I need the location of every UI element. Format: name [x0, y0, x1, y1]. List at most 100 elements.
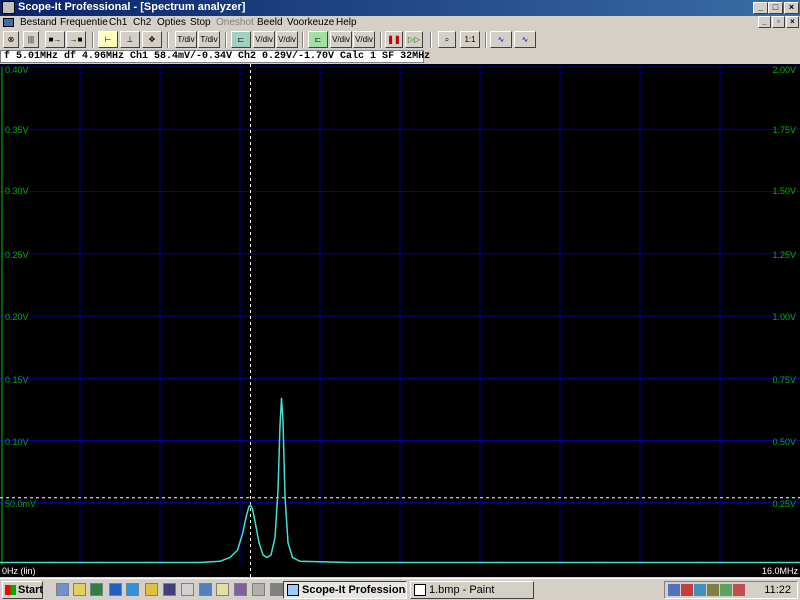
ch1-volt-div-up-icon[interactable]: V/div — [276, 31, 298, 48]
toolbar-separator — [92, 32, 94, 48]
ch1-spectrum-point — [254, 520, 256, 522]
user-icon[interactable] — [199, 583, 212, 596]
ch2-arrow-icon[interactable]: →■ — [66, 31, 86, 48]
pause-glyph: ❚❚ — [387, 35, 401, 44]
zoom-icon[interactable]: ⌕ — [438, 31, 456, 48]
ch1-arrow-icon[interactable]: ■→ — [45, 31, 65, 48]
menu-frequentie[interactable]: Frequentie — [60, 16, 108, 30]
minimize-button[interactable]: _ — [753, 2, 768, 14]
ch1-spectrum-point — [599, 561, 601, 564]
right-axis-label: 0.50V — [772, 437, 796, 447]
ch2-volt-div-up-icon[interactable]: V/div — [353, 31, 375, 48]
save-icon[interactable] — [56, 583, 69, 596]
folder-icon[interactable] — [163, 583, 176, 596]
ch1-spectrum-point — [699, 561, 701, 564]
record-glyph: ⊗ — [7, 35, 15, 44]
menu-voorkeuze[interactable]: Voorkeuze — [287, 16, 334, 30]
menu-ch2[interactable]: Ch2 — [133, 16, 151, 30]
bars-icon[interactable]: ||| — [23, 31, 39, 48]
waveform-a-icon[interactable]: ∿ — [490, 31, 512, 48]
paint-icon[interactable] — [181, 583, 194, 596]
menu-help[interactable]: Help — [336, 16, 357, 30]
volume-icon[interactable] — [681, 584, 693, 596]
waveform-b-icon[interactable]: ∿ — [514, 31, 536, 48]
right-axis-label: 0.25V — [772, 499, 796, 509]
play-glyph: ▷▷ — [407, 35, 421, 44]
menu-opties[interactable]: Opties — [157, 16, 186, 30]
menu-ch1[interactable]: Ch1 — [109, 16, 127, 30]
child-minimize-button[interactable]: _ — [758, 16, 771, 28]
task-label: 1.bmp - Paint — [429, 584, 495, 596]
child-restore-button[interactable]: ▫ — [772, 16, 785, 28]
ch1-spectrum-point — [24, 561, 26, 564]
spectrum-plot[interactable] — [0, 64, 800, 577]
desktop-icon[interactable] — [90, 583, 103, 596]
ch1-spectrum-point — [279, 425, 281, 427]
ie-icon[interactable] — [109, 583, 122, 596]
settings-icon[interactable] — [252, 583, 265, 596]
play-icon[interactable]: ▷▷ — [405, 31, 423, 48]
tools-icon[interactable] — [234, 583, 247, 596]
one-to-one-icon[interactable]: 1:1 — [460, 31, 480, 48]
document-icon[interactable] — [3, 18, 14, 27]
menu-oneshot[interactable]: Oneshot — [216, 16, 254, 30]
arrow-icon[interactable] — [270, 583, 283, 596]
spectrum-display[interactable]: 0.40V 0.35V 0.30V 0.25V 0.20V 0.15V 0.10… — [0, 64, 800, 577]
left-axis-label: 0.15V — [5, 375, 29, 385]
cursor-left-icon[interactable]: ⊢ — [98, 31, 118, 48]
close-button[interactable]: × — [784, 2, 799, 14]
window-title: Scope-It Professional - [Spectrum analyz… — [18, 1, 246, 13]
battery-icon[interactable] — [720, 584, 732, 596]
child-close-button[interactable]: × — [786, 16, 799, 28]
globe-icon[interactable] — [126, 583, 139, 596]
cursor-both-icon[interactable]: ✥ — [142, 31, 162, 48]
task-paint[interactable]: 1.bmp - Paint — [410, 581, 534, 599]
media-icon[interactable] — [145, 583, 158, 596]
ch1-spectrum-point — [299, 560, 301, 562]
taskbar: Start Scope-It Professional... 1.bmp - P… — [0, 578, 800, 600]
start-button[interactable]: Start — [2, 581, 43, 599]
left-axis-label: 0.30V — [5, 186, 29, 196]
ch1-spectrum-point — [99, 561, 101, 564]
ch1-spectrum-point — [262, 554, 264, 556]
time-per-div-up-icon[interactable]: T/div — [198, 31, 220, 48]
maximize-button[interactable]: □ — [768, 2, 783, 14]
cursor-mid-icon[interactable]: ⊥ — [120, 31, 140, 48]
pause-icon[interactable]: ❚❚ — [385, 31, 403, 48]
email-icon[interactable] — [73, 583, 86, 596]
ch1-spectrum-point — [248, 505, 250, 508]
waveform-b-glyph: ∿ — [521, 35, 529, 44]
record-icon[interactable]: ⊗ — [3, 31, 19, 48]
bars-glyph: ||| — [27, 35, 35, 44]
task-scope-it[interactable]: Scope-It Professional... — [283, 581, 407, 599]
docs-icon[interactable] — [216, 583, 229, 596]
display-icon[interactable] — [694, 584, 706, 596]
shield-icon[interactable] — [733, 584, 745, 596]
app-icon[interactable] — [2, 1, 15, 14]
ch1-spectrum-point — [499, 561, 501, 564]
right-axis-label: 1.25V — [772, 250, 796, 260]
ch2-volt-div-down-icon[interactable]: V/div — [330, 31, 352, 48]
ch1-volt-div-down-icon[interactable]: V/div — [253, 31, 275, 48]
x-axis-end-label: 16.0MHz — [761, 566, 798, 576]
x-axis-start-label: 0Hz (lin) — [2, 566, 36, 576]
ch1-position-icon[interactable]: ⊏ — [231, 31, 251, 48]
ch1-spectrum-point — [274, 537, 276, 539]
left-axis-label: 0.40V — [5, 65, 29, 75]
ch1-spectrum-point — [277, 489, 279, 491]
time-per-div-down-icon[interactable]: T/div — [175, 31, 197, 48]
cursor-mid-glyph: ⊥ — [126, 35, 134, 44]
right-axis-label: 1.00V — [772, 312, 796, 322]
menu-stop[interactable]: Stop — [190, 16, 211, 30]
pen-icon[interactable] — [707, 584, 719, 596]
ch1-arrow-glyph: ■→ — [48, 35, 62, 44]
ch2-position-icon[interactable]: ⊏ — [308, 31, 328, 48]
ch1-spectrum-point — [49, 561, 51, 564]
right-axis-label: 1.50V — [772, 186, 796, 196]
network-icon[interactable] — [668, 584, 680, 596]
cursor-left-glyph: ⊢ — [104, 35, 112, 44]
menu-beeld[interactable]: Beeld — [257, 16, 283, 30]
ch1-spectrum-point — [287, 542, 289, 544]
menu-bestand[interactable]: Bestand — [20, 16, 57, 30]
ch1-spectrum-point — [349, 561, 351, 564]
